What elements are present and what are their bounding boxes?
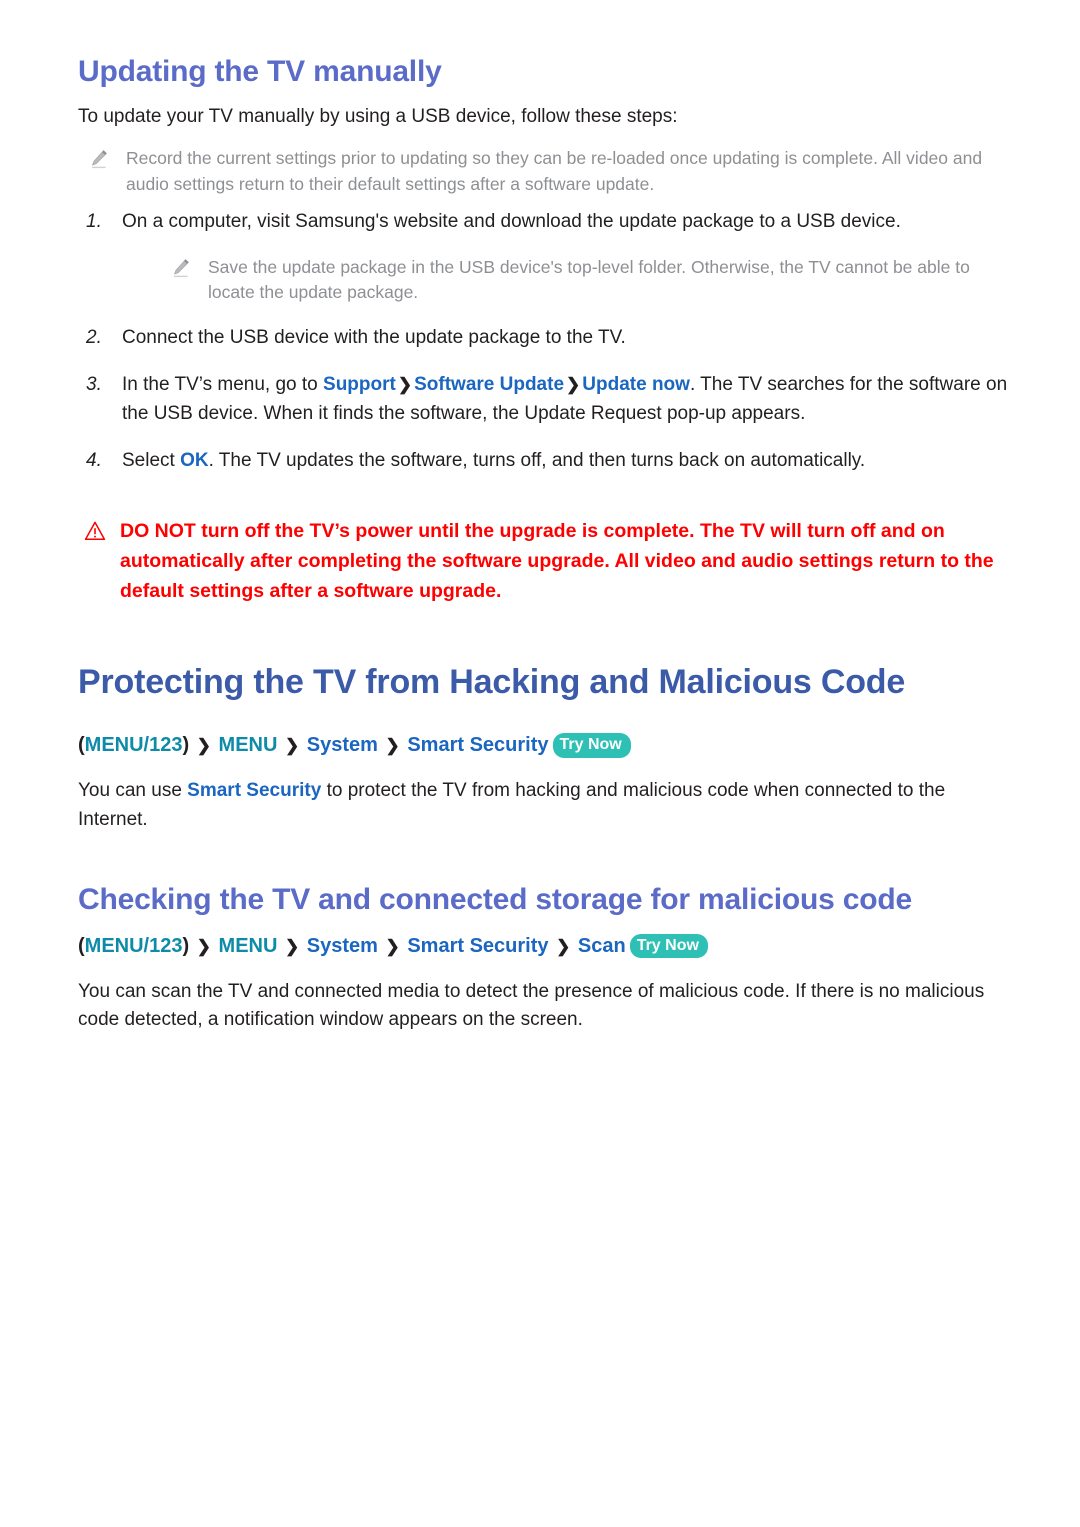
warning-block: DO NOT turn off the TV’s power until the… (78, 516, 1018, 607)
chevron-right-icon: ❯ (196, 736, 211, 756)
step-number: 4. (86, 449, 102, 471)
section-checking-malicious-code: Checking the TV and connected storage fo… (78, 882, 1018, 1034)
menu-link-smart-security[interactable]: Smart Security (187, 780, 321, 801)
list-item-step-2: 2. Connect the USB device with the updat… (78, 324, 1018, 353)
page-title-updating-manually: Updating the TV manually (78, 55, 442, 88)
breadcrumb-item-system[interactable]: System (307, 935, 378, 957)
list-item-step-1: 1. On a computer, visit Samsung's websit… (78, 208, 1018, 307)
breadcrumb-item-system[interactable]: System (307, 734, 378, 756)
breadcrumb-item-menu[interactable]: MENU (219, 734, 278, 756)
step-number: 1. (86, 210, 102, 232)
page-title-protecting-tv: Protecting the TV from Hacking and Malic… (78, 663, 906, 702)
list-item-step-3: 3. In the TV’s menu, go to Support ❯ Softw… (78, 371, 1018, 429)
breadcrumb-item-menu[interactable]: MENU (219, 935, 278, 957)
breadcrumb-close-paren: ) (182, 734, 190, 757)
status-badge-try-now[interactable]: Try Now (552, 733, 631, 758)
pencil-icon (170, 257, 192, 287)
breadcrumb-open-paren: ( (78, 734, 85, 757)
paragraph-text-before: You can use (78, 780, 188, 802)
step-number: 3. (86, 374, 102, 396)
menu-link-software-update[interactable]: Software Update (414, 374, 564, 395)
note-text: Save the update package in the USB devic… (208, 256, 970, 303)
step-text: Connect the USB device with the update p… (122, 327, 626, 349)
paragraph-smart-security: You can use Smart Security to protect th… (78, 777, 1018, 834)
chevron-right-icon: ❯ (556, 936, 571, 956)
note-record-settings: Record the current settings prior to upd… (78, 146, 1018, 198)
step-text-after: . The TV updates the software, turns off… (208, 449, 866, 471)
note-save-package: Save the update package in the USB devic… (122, 255, 1018, 307)
breadcrumb-close-paren: ) (182, 934, 190, 957)
warning-triangle-icon (84, 520, 106, 551)
step-number: 2. (86, 327, 102, 349)
note-text: Record the current settings prior to upd… (126, 147, 983, 194)
section-updating-manually: Updating the TV manually To update your … (78, 54, 1018, 606)
page-title-checking-malicious-code: Checking the TV and connected storage fo… (78, 883, 912, 917)
menu-link-ok[interactable]: OK (180, 450, 209, 471)
paragraph-scan-description: You can scan the TV and connected media … (78, 980, 985, 1031)
step-text-before: Select (122, 449, 181, 471)
menu-link-update-now[interactable]: Update now (582, 374, 690, 395)
breadcrumb-open-paren: ( (78, 934, 85, 957)
warning-text: DO NOT turn off the TV’s power until the… (120, 519, 994, 603)
breadcrumb-item-menu123[interactable]: MENU/123 (85, 935, 183, 957)
menu-link-support[interactable]: Support (323, 374, 396, 395)
chevron-right-icon: ❯ (385, 936, 400, 956)
step-text: On a computer, visit Samsung's website a… (122, 210, 901, 232)
chevron-right-icon: ❯ (385, 736, 400, 756)
chevron-right-icon: ❯ (566, 375, 581, 395)
chevron-right-icon: ❯ (284, 736, 300, 756)
document-page: Updating the TV manually To update your … (0, 0, 1080, 1035)
breadcrumb-smart-security: (MENU/123) ❯ MENU ❯ System ❯ Smart Secur… (78, 731, 1018, 759)
chevron-right-icon: ❯ (397, 375, 413, 395)
chevron-right-icon: ❯ (196, 936, 211, 956)
breadcrumb-item-menu123[interactable]: MENU/123 (85, 734, 183, 756)
intro-paragraph: To update your TV manually by using a US… (78, 106, 678, 128)
breadcrumb-item-smart-security[interactable]: Smart Security (407, 935, 548, 957)
pencil-icon (88, 148, 110, 178)
breadcrumb-scan: (MENU/123) ❯ MENU ❯ System ❯ Smart Secur… (78, 932, 1018, 960)
list-item-step-4: 4. Select OK. The TV updates the softwar… (78, 447, 1018, 476)
steps-list: 1. On a computer, visit Samsung's websit… (78, 208, 1018, 476)
breadcrumb-item-scan[interactable]: Scan (578, 935, 626, 957)
status-badge-try-now[interactable]: Try Now (629, 933, 708, 959)
section-protecting-tv: Protecting the TV from Hacking and Malic… (78, 662, 1018, 834)
chevron-right-icon: ❯ (284, 936, 300, 956)
step-text-before: In the TV’s menu, go to (122, 374, 324, 396)
breadcrumb-item-smart-security[interactable]: Smart Security (407, 734, 548, 756)
